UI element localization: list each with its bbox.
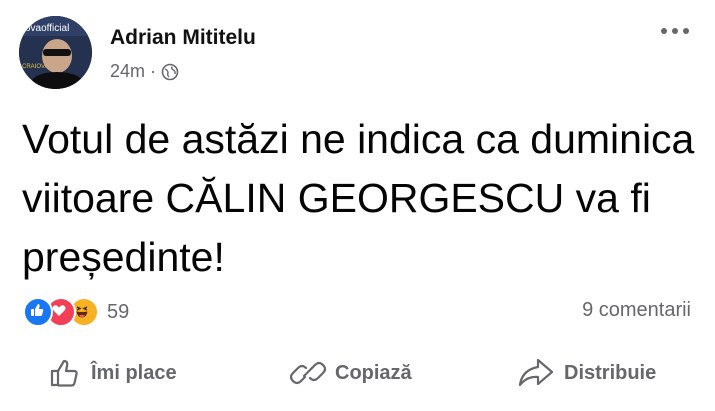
share-button-label: Distribuie bbox=[564, 361, 657, 384]
comments-count-link[interactable]: 9 comentarii bbox=[582, 299, 691, 322]
link-icon bbox=[290, 356, 326, 390]
post-time[interactable]: 24m bbox=[110, 61, 145, 82]
author-name[interactable]: Adrian Mititelu bbox=[110, 26, 256, 50]
reaction-count: 59 bbox=[107, 300, 130, 323]
like-button[interactable]: Îmi place bbox=[48, 356, 177, 390]
more-options-icon[interactable] bbox=[661, 28, 689, 34]
avatar-banner-text: ovaofficial bbox=[25, 23, 69, 34]
post-meta: 24m · bbox=[110, 61, 179, 82]
copy-button[interactable]: Copiază bbox=[290, 356, 412, 390]
share-button[interactable]: Distribuie bbox=[517, 356, 656, 390]
copy-button-label: Copiază bbox=[335, 361, 412, 384]
avatar-photo: ovaofficial CRAIOVA bbox=[19, 16, 92, 89]
meta-separator: · bbox=[150, 61, 157, 81]
share-arrow-icon bbox=[517, 356, 555, 390]
globe-icon bbox=[161, 63, 179, 81]
thumbs-up-icon bbox=[48, 356, 82, 390]
post-actions-bar: Îmi place Copiază Distribuie bbox=[0, 356, 715, 396]
post-text: Votul de astăzi ne indica ca duminica vi… bbox=[22, 116, 695, 280]
reactions-summary[interactable]: 59 bbox=[23, 297, 129, 327]
avatar[interactable]: ovaofficial CRAIOVA bbox=[19, 16, 92, 89]
like-icon bbox=[23, 297, 53, 327]
like-button-label: Îmi place bbox=[91, 361, 177, 384]
